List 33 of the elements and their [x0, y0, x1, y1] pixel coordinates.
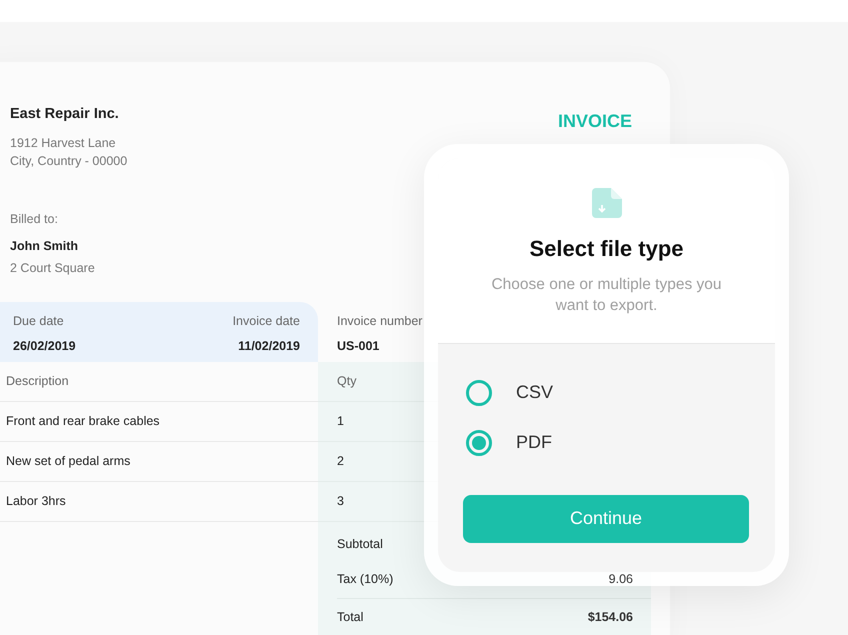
- invoice-number-value: US-001: [337, 338, 380, 355]
- table-cell-text: 2: [337, 453, 344, 470]
- table-cell-text: New set of pedal arms: [6, 453, 130, 470]
- total-value: 9.06: [608, 570, 633, 588]
- date-label: Due date: [13, 313, 65, 330]
- total-value: $154.06: [588, 609, 633, 626]
- company-address: City, Country - 00000: [10, 152, 128, 170]
- invoice-title: INVOICE: [558, 110, 632, 133]
- file-type-option[interactable]: PDF: [438, 418, 775, 468]
- client-address: 2 Court Square: [10, 260, 96, 278]
- table-cell-text: Front and rear brake cables: [6, 413, 160, 430]
- company-name: East Repair Inc.: [10, 105, 120, 124]
- date-value: 26/02/2019: [13, 338, 76, 355]
- radio-button[interactable]: [466, 430, 492, 456]
- client-name: John Smith: [10, 238, 80, 254]
- table-cell-text: Labor 3hrs: [6, 493, 66, 510]
- date-label: Invoice date: [232, 313, 300, 330]
- file-download-icon: [592, 188, 622, 218]
- dialog-subtitle: Choose one or multiple types you want to export.: [490, 275, 723, 316]
- company-address: 1912 Harvest Lane: [10, 134, 117, 152]
- billed-to-label: Billed to:: [10, 210, 59, 228]
- radio-button[interactable]: [466, 380, 492, 406]
- invoice-number-label: Invoice number: [337, 313, 424, 330]
- date-value: 11/02/2019: [237, 338, 300, 355]
- file-type-option[interactable]: CSV: [438, 368, 775, 418]
- total-label: Total: [337, 609, 364, 626]
- table-cell-text: 1: [337, 413, 344, 430]
- column-header: Description: [6, 373, 69, 390]
- table-cell-text: 3: [337, 493, 344, 510]
- dialog-title: Select file type: [528, 235, 685, 263]
- column-header: Qty: [337, 373, 356, 390]
- total-label: Subtotal: [337, 536, 383, 553]
- total-label: Tax (10%): [337, 570, 394, 588]
